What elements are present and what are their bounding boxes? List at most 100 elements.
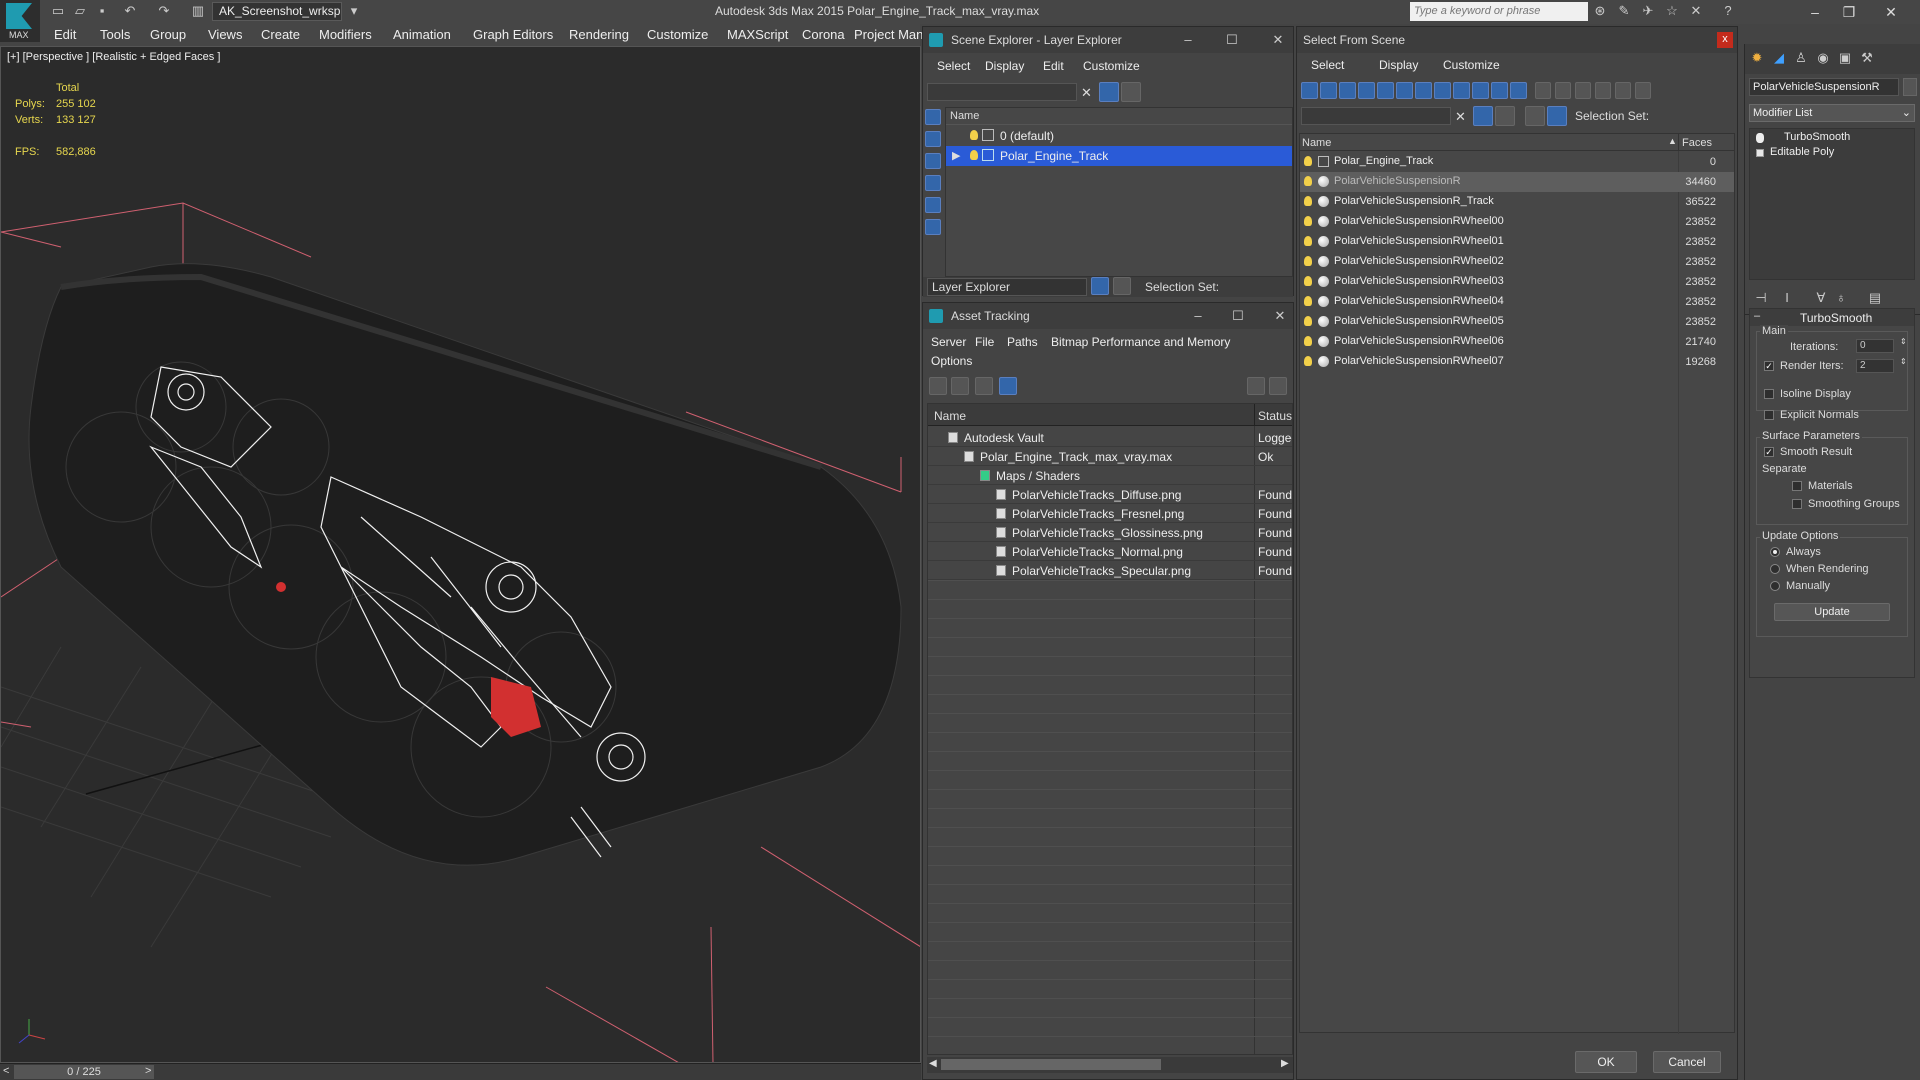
at-minimize[interactable]: – — [1183, 303, 1213, 329]
new-file-icon[interactable]: ▭ — [50, 3, 66, 19]
sfs-titlebar[interactable]: Select From Scene x — [1297, 27, 1737, 53]
subscription-icon[interactable]: ✎ — [1616, 3, 1632, 19]
sfs-select-all-icon[interactable] — [1535, 82, 1551, 99]
at-refresh-icon[interactable] — [929, 377, 947, 395]
redo-icon[interactable]: ↷ — [156, 3, 172, 19]
isoline-checkbox[interactable] — [1764, 389, 1774, 399]
cancel-button[interactable]: Cancel — [1653, 1051, 1721, 1073]
menu-project-manager[interactable]: Project Man — [854, 27, 923, 42]
sfs-display-hidden-icon[interactable] — [1510, 82, 1527, 99]
hierarchy-tab-icon[interactable]: ♙ — [1793, 50, 1809, 66]
sfs-collapse-icon[interactable] — [1635, 82, 1651, 99]
le-menu-display[interactable]: Display — [985, 59, 1024, 73]
le-clear-icon[interactable]: ✕ — [1081, 85, 1092, 101]
iterations-spin-arrows[interactable]: ⇕ — [1900, 337, 1907, 346]
menu-edit[interactable]: Edit — [54, 27, 76, 42]
sfs-menu-select[interactable]: Select — [1311, 58, 1344, 72]
menu-customize[interactable]: Customize — [647, 27, 708, 42]
sfs-select-none-icon[interactable] — [1555, 82, 1571, 99]
configure-sets-icon[interactable]: ▤ — [1867, 290, 1883, 306]
object-name-field[interactable]: PolarVehicleSuspensionR — [1749, 78, 1899, 96]
light-bulb-icon[interactable] — [1304, 216, 1312, 226]
help-icon[interactable]: ? — [1720, 3, 1736, 19]
le-options-icon[interactable] — [1121, 82, 1141, 102]
le-menu-customize[interactable]: Customize — [1083, 59, 1140, 73]
materials-checkbox[interactable] — [1792, 481, 1802, 491]
sfs-display-shapes-icon[interactable] — [1320, 82, 1337, 99]
at-maximize[interactable]: ☐ — [1223, 303, 1253, 329]
time-next-button[interactable]: > — [145, 1065, 151, 1077]
menu-corona[interactable]: Corona — [802, 27, 845, 42]
sfs-options-icon[interactable] — [1495, 106, 1515, 126]
light-bulb-icon[interactable] — [970, 130, 978, 140]
when-rendering-radio[interactable] — [1770, 564, 1780, 574]
le-filter-icon[interactable] — [1099, 82, 1119, 102]
scene-object-row[interactable]: Polar_Engine_Track 0 — [1300, 152, 1734, 172]
sfs-col-name[interactable]: Name — [1302, 137, 1331, 149]
at-settings-icon[interactable] — [1269, 377, 1287, 395]
make-unique-icon[interactable]: ∀ — [1813, 290, 1829, 306]
sfs-display-geometry-icon[interactable] — [1301, 82, 1318, 99]
sfs-col-faces[interactable]: Faces — [1682, 137, 1712, 149]
scene-object-row[interactable]: PolarVehicleSuspensionRWheel00 23852 — [1300, 212, 1734, 232]
viewport-label[interactable]: [+] [Perspective ] [Realistic + Edged Fa… — [7, 51, 220, 63]
app-logo[interactable]: MAX — [0, 0, 40, 42]
menu-create[interactable]: Create — [261, 27, 300, 42]
utilities-tab-icon[interactable]: ⚒ — [1859, 50, 1875, 66]
light-bulb-icon[interactable] — [1304, 236, 1312, 246]
favorites-icon[interactable]: ☆ — [1664, 3, 1680, 19]
le-search-field[interactable] — [927, 83, 1077, 101]
always-radio[interactable] — [1770, 547, 1780, 557]
menu-modifiers[interactable]: Modifiers — [319, 27, 372, 42]
close-x-icon[interactable]: ✕ — [1688, 3, 1704, 19]
light-bulb-icon[interactable] — [1304, 276, 1312, 286]
render-iters-spinner[interactable]: 2 — [1856, 359, 1894, 373]
light-bulb-icon[interactable] — [1304, 156, 1312, 166]
project-folder-icon[interactable]: ▥ — [190, 3, 206, 19]
sfs-search-field[interactable] — [1301, 107, 1451, 125]
explicit-normals-checkbox[interactable] — [1764, 410, 1774, 420]
sfs-display-xrefs-icon[interactable] — [1434, 82, 1451, 99]
workspace-dropdown[interactable]: AK_Screenshot_wrksp — [212, 2, 342, 21]
sfs-display-spacewarps-icon[interactable] — [1396, 82, 1413, 99]
sfs-display-containers-icon[interactable] — [1472, 82, 1489, 99]
at-menu-options[interactable]: Options — [931, 354, 972, 368]
undo-icon[interactable]: ↶ — [122, 3, 138, 19]
at-col-name[interactable]: Name — [934, 409, 966, 423]
open-file-icon[interactable]: ▱ — [72, 3, 88, 19]
light-bulb-icon[interactable] — [1304, 316, 1312, 326]
time-slider[interactable]: 0 / 225 — [14, 1065, 154, 1079]
le-display-helpers-icon[interactable] — [925, 197, 941, 213]
remove-modifier-icon[interactable]: ♁ — [1833, 290, 1849, 306]
stack-editable-poly[interactable]: Editable Poly — [1770, 146, 1834, 158]
time-prev-button[interactable]: < — [3, 1065, 9, 1077]
sfs-layer-icon[interactable] — [1525, 106, 1545, 126]
stack-turbosmooth[interactable]: TurboSmooth — [1784, 131, 1850, 143]
light-bulb-icon[interactable] — [970, 150, 978, 160]
smoothing-groups-checkbox[interactable] — [1792, 499, 1802, 509]
asset-tracking-titlebar[interactable]: Asset Tracking – ☐ ✕ — [923, 303, 1293, 329]
scene-object-row[interactable]: PolarVehicleSuspensionRWheel07 19268 — [1300, 352, 1734, 372]
explorer-type-dropdown[interactable]: Layer Explorer — [927, 278, 1087, 296]
layer-explorer-titlebar[interactable]: Scene Explorer - Layer Explorer – ☐ ✕ — [923, 27, 1293, 53]
le-col-name[interactable]: Name — [950, 110, 979, 122]
light-bulb-icon[interactable] — [1304, 296, 1312, 306]
scene-object-row[interactable]: PolarVehicleSuspensionRWheel02 23852 — [1300, 252, 1734, 272]
sfs-display-helpers-icon[interactable] — [1377, 82, 1394, 99]
menu-group[interactable]: Group — [150, 27, 186, 42]
expand-arrow-icon[interactable]: ▶ — [952, 149, 960, 162]
sort-ascending-icon[interactable]: ▲ — [1668, 136, 1677, 146]
render-iters-checkbox[interactable]: ✓ — [1764, 361, 1774, 371]
menu-graph-editors[interactable]: Graph Editors — [473, 27, 553, 42]
iterations-spinner[interactable]: 0 — [1856, 339, 1894, 353]
at-menu-paths[interactable]: Paths — [1007, 335, 1038, 349]
modifier-bulb-icon[interactable] — [1756, 133, 1764, 143]
asset-row[interactable]: PolarVehicleTracks_Normal.png Found — [928, 542, 1292, 561]
sfs-display-lights-icon[interactable] — [1339, 82, 1356, 99]
asset-row[interactable]: Maps / Shaders — [928, 466, 1292, 485]
layer-row[interactable]: 0 (default) — [946, 126, 1292, 146]
scene-object-row[interactable]: PolarVehicleSuspensionRWheel05 23852 — [1300, 312, 1734, 332]
motion-tab-icon[interactable]: ◉ — [1815, 50, 1831, 66]
show-end-result-icon[interactable]: Ι — [1779, 290, 1795, 306]
modify-tab-icon[interactable]: ◢ — [1771, 50, 1787, 66]
